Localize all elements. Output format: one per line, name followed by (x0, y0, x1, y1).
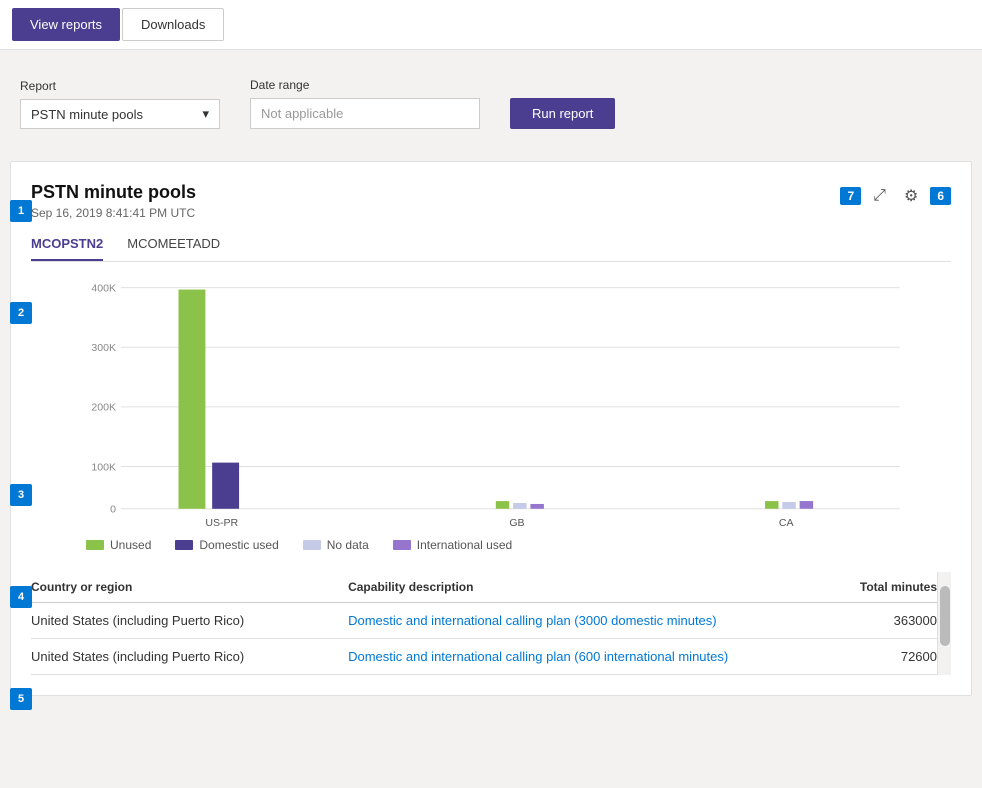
chart-legend: Unused Domestic used No data Internation… (86, 538, 951, 552)
report-filter-group: Report PSTN minute pools ▾ (20, 79, 220, 129)
table-content: Country or region Capability description… (31, 572, 937, 675)
table-header: Country or region Capability description… (31, 572, 937, 603)
report-actions: 7 ⤢ ⚙ 6 (840, 182, 951, 210)
bar-gb-nodata (513, 503, 526, 509)
date-range-label: Date range (250, 78, 480, 92)
legend-international-color (393, 540, 411, 550)
svg-text:300K: 300K (91, 342, 116, 354)
row2-capability[interactable]: Domestic and international calling plan … (348, 649, 827, 664)
step-badge-2: 2 (10, 302, 32, 324)
row1-capability[interactable]: Domestic and international calling plan … (348, 613, 827, 628)
chevron-down-icon: ▾ (202, 106, 209, 122)
date-range-placeholder: Not applicable (261, 106, 343, 121)
scrollbar-thumb[interactable] (940, 586, 950, 646)
tab-mcomeetadd[interactable]: MCOMEETADD (127, 236, 220, 261)
report-value: PSTN minute pools (31, 107, 143, 122)
top-navigation: View reports Downloads (0, 0, 982, 50)
row1-minutes: 363000 (827, 613, 937, 628)
svg-text:GB: GB (509, 517, 524, 528)
report-title-section: PSTN minute pools Sep 16, 2019 8:41:41 P… (31, 182, 196, 220)
step-badge-3: 3 (10, 484, 32, 506)
legend-international-label: International used (417, 538, 512, 552)
legend-domestic: Domestic used (175, 538, 278, 552)
expand-icon[interactable]: ⤢ (867, 183, 892, 209)
legend-nodata: No data (303, 538, 369, 552)
step-badges: 1 2 3 4 5 (10, 200, 32, 710)
filter-row: Report PSTN minute pools ▾ Date range No… (20, 78, 962, 129)
svg-text:CA: CA (779, 517, 795, 528)
bar-uspr-unused (179, 290, 206, 509)
report-datetime: Sep 16, 2019 8:41:41 PM UTC (31, 206, 196, 220)
step-badge-1: 1 (10, 200, 32, 222)
date-range-input[interactable]: Not applicable (250, 98, 480, 129)
settings-icon[interactable]: ⚙ (898, 182, 924, 210)
bar-gb-unused (496, 501, 509, 509)
filter-bar: Report PSTN minute pools ▾ Date range No… (0, 60, 982, 151)
report-dropdown[interactable]: PSTN minute pools ▾ (20, 99, 220, 129)
run-report-button[interactable]: Run report (510, 98, 615, 129)
chart-container: 400K 300K 200K 100K 0 US-PR GB CA (31, 278, 951, 528)
step-badge-4: 4 (10, 586, 32, 608)
row1-country: United States (including Puerto Rico) (31, 613, 348, 628)
row2-country: United States (including Puerto Rico) (31, 649, 348, 664)
table-row: United States (including Puerto Rico) Do… (31, 639, 937, 675)
legend-domestic-color (175, 540, 193, 550)
report-header: PSTN minute pools Sep 16, 2019 8:41:41 P… (31, 182, 951, 220)
bar-gb-international (530, 504, 543, 509)
bar-uspr-domestic (212, 463, 239, 509)
downloads-tab[interactable]: Downloads (122, 8, 224, 41)
legend-unused: Unused (86, 538, 151, 552)
step-badge-5: 5 (10, 688, 32, 710)
table-row: United States (including Puerto Rico) Do… (31, 603, 937, 639)
scrollbar[interactable] (937, 572, 951, 675)
view-reports-tab[interactable]: View reports (12, 8, 120, 41)
data-table: Country or region Capability description… (31, 572, 951, 675)
legend-unused-color (86, 540, 104, 550)
report-title: PSTN minute pools (31, 182, 196, 203)
legend-international: International used (393, 538, 512, 552)
bar-chart: 400K 300K 200K 100K 0 US-PR GB CA (31, 278, 951, 528)
svg-text:0: 0 (110, 504, 116, 516)
date-range-filter-group: Date range Not applicable (250, 78, 480, 129)
report-label: Report (20, 79, 220, 93)
svg-text:100K: 100K (91, 461, 116, 473)
tab-mcopstn2[interactable]: MCOPSTN2 (31, 236, 103, 261)
bar-ca-unused (765, 501, 778, 509)
col-header-country: Country or region (31, 580, 348, 594)
legend-domestic-label: Domestic used (199, 538, 278, 552)
report-tabs: MCOPSTN2 MCOMEETADD (31, 236, 951, 262)
row2-minutes: 72600 (827, 649, 937, 664)
svg-text:400K: 400K (91, 282, 116, 294)
col-header-capability: Capability description (348, 580, 827, 594)
report-card: PSTN minute pools Sep 16, 2019 8:41:41 P… (10, 161, 972, 696)
legend-nodata-color (303, 540, 321, 550)
svg-text:200K: 200K (91, 402, 116, 414)
legend-nodata-label: No data (327, 538, 369, 552)
bar-ca-nodata (782, 502, 795, 509)
legend-unused-label: Unused (110, 538, 151, 552)
bar-ca-international (800, 501, 813, 509)
badge-6: 6 (930, 187, 951, 205)
badge-7: 7 (840, 187, 861, 205)
col-header-minutes: Total minutes (827, 580, 937, 594)
svg-text:US-PR: US-PR (205, 517, 238, 528)
